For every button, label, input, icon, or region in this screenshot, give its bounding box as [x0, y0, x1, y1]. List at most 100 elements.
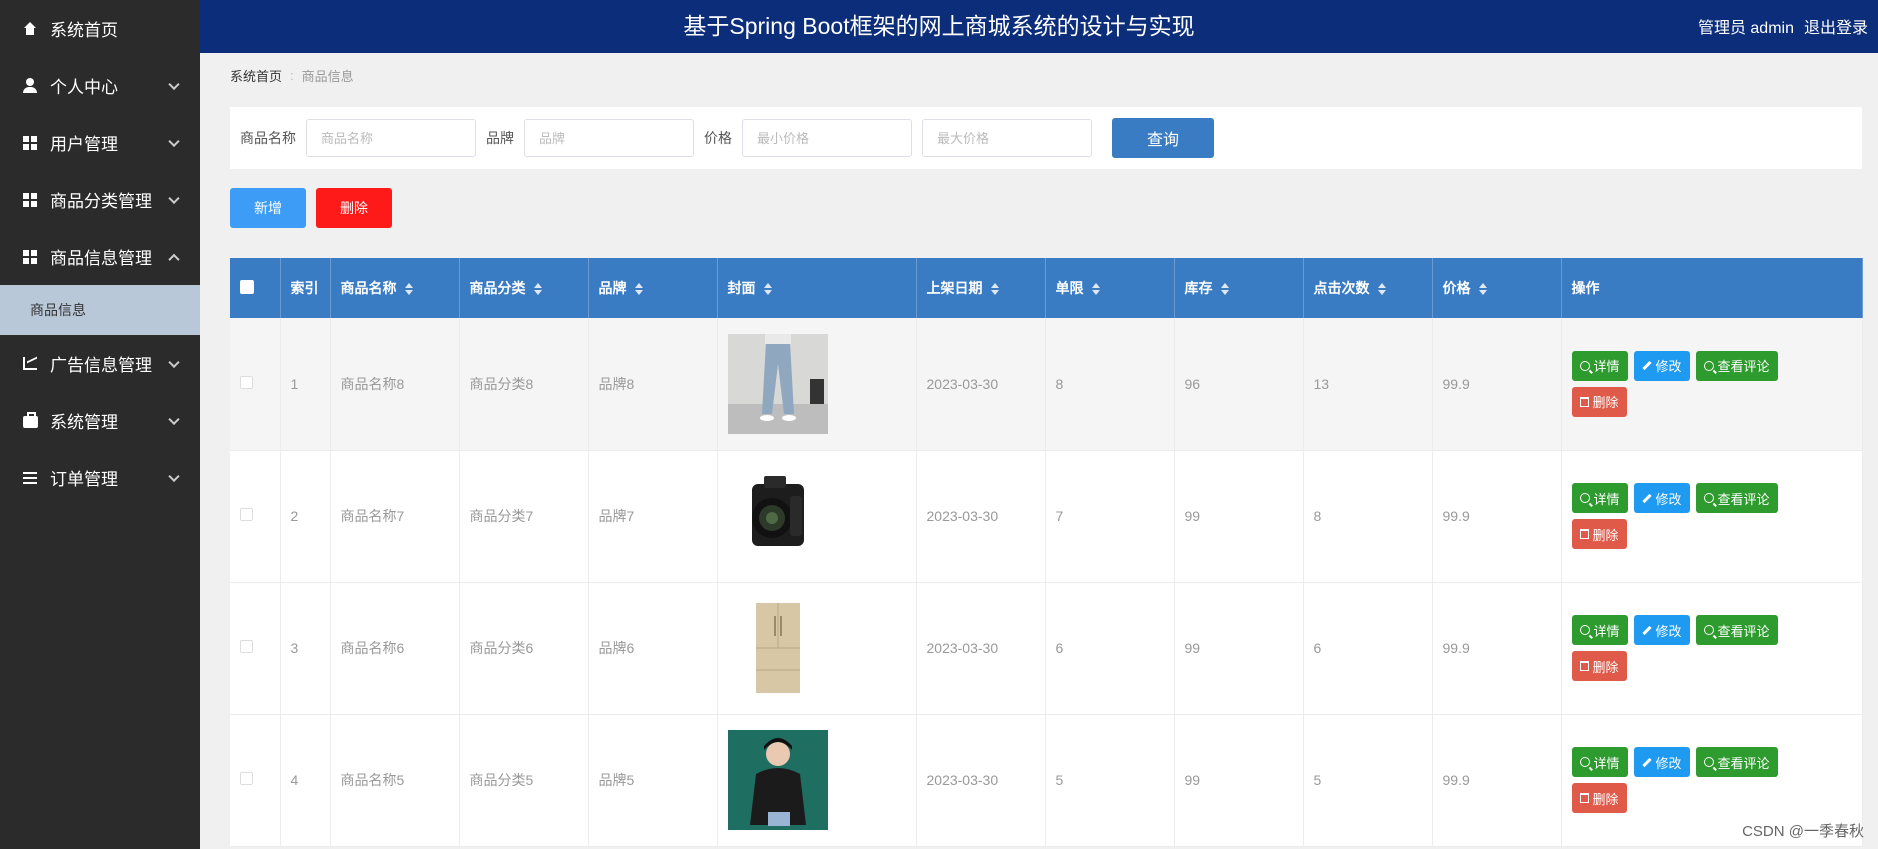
col-brand[interactable]: 品牌: [588, 258, 718, 318]
sort-icon[interactable]: [1377, 283, 1386, 296]
col-stock[interactable]: 库存: [1174, 258, 1304, 318]
sort-icon[interactable]: [404, 283, 413, 296]
logout-link[interactable]: 退出登录: [1804, 14, 1868, 38]
row-checkbox[interactable]: [240, 772, 253, 785]
cell-date: 2023-03-30: [916, 318, 1046, 451]
col-name[interactable]: 商品名称: [330, 258, 460, 318]
sidebar-item-label: 广告信息管理: [50, 356, 152, 375]
sidebar-subitem-label: 商品信息: [30, 302, 86, 318]
detail-button[interactable]: 详情: [1571, 615, 1628, 645]
cell-cover: [717, 450, 917, 583]
search-icon: [1703, 493, 1714, 503]
cell-cover: [717, 582, 917, 715]
sidebar-item-label: 商品信息管理: [50, 249, 152, 268]
edit-button[interactable]: 修改: [1633, 350, 1690, 381]
name-label: 商品名称: [240, 130, 296, 146]
col-category[interactable]: 商品分类: [459, 258, 589, 318]
sidebar-item-label: 用户管理: [50, 135, 118, 154]
cell-clicks: 6: [1303, 582, 1433, 715]
sidebar-item-ads[interactable]: 广告信息管理: [0, 335, 200, 392]
brand-search-input[interactable]: [524, 119, 694, 157]
sidebar-item-home[interactable]: 系统首页: [0, 0, 200, 57]
detail-button[interactable]: 详情: [1571, 350, 1628, 381]
max-price-input[interactable]: [922, 119, 1092, 157]
row-select-cell[interactable]: [230, 714, 281, 847]
row-checkbox[interactable]: [240, 375, 253, 389]
product-table: 索引 商品名称 商品分类 品牌 封面 上架日期 单限 库存 点击次数 价格 操作…: [230, 258, 1863, 847]
col-date[interactable]: 上架日期: [916, 258, 1046, 318]
sidebar-item-system[interactable]: 系统管理: [0, 392, 200, 449]
edit-button[interactable]: 修改: [1633, 615, 1690, 645]
select-all-cell[interactable]: [230, 258, 281, 318]
table-row: 2 商品名称7 商品分类7 品牌7 2023-03-30 7 99 8 99.9…: [230, 450, 1863, 583]
batch-delete-button[interactable]: 删除: [316, 188, 392, 228]
col-clicks[interactable]: 点击次数: [1303, 258, 1433, 318]
sort-icon[interactable]: [1091, 283, 1100, 296]
row-delete-button[interactable]: 删除: [1571, 519, 1627, 549]
query-button[interactable]: 查询: [1112, 118, 1214, 158]
search-icon: [1579, 493, 1590, 503]
table-row: 4 商品名称5 商品分类5 品牌5 2023-03-30 5 99 5 99.9…: [230, 714, 1863, 847]
row-delete-button[interactable]: 删除: [1571, 651, 1627, 681]
row-checkbox[interactable]: [240, 640, 253, 653]
sort-icon[interactable]: [533, 283, 542, 296]
col-date-label: 上架日期: [926, 280, 983, 296]
delete-label: 删除: [1592, 395, 1619, 411]
trash-icon: [1579, 396, 1589, 407]
edit-button[interactable]: 修改: [1633, 483, 1690, 513]
cell-limit: 7: [1045, 450, 1175, 583]
col-price[interactable]: 价格: [1432, 258, 1562, 318]
cell-category: 商品分类5: [459, 714, 589, 847]
breadcrumb-home[interactable]: 系统首页: [230, 66, 282, 85]
sidebar-item-label: 订单管理: [50, 470, 118, 489]
view-comments-button[interactable]: 查看评论: [1695, 747, 1778, 777]
chart-icon: [22, 356, 38, 372]
sidebar-item-categories[interactable]: 商品分类管理: [0, 171, 200, 228]
breadcrumb-separator: :: [290, 68, 294, 83]
sidebar-subitem-product-info[interactable]: 商品信息: [0, 285, 200, 335]
col-cover[interactable]: 封面: [717, 258, 917, 318]
row-checkbox[interactable]: [240, 508, 253, 521]
comments-label: 查看评论: [1717, 491, 1770, 507]
chevron-up-icon: [168, 253, 180, 265]
view-comments-button[interactable]: 查看评论: [1695, 483, 1778, 513]
sort-icon[interactable]: [763, 283, 772, 296]
row-select-cell[interactable]: [230, 450, 281, 583]
search-icon: [1579, 757, 1590, 767]
cell-limit: 6: [1045, 582, 1175, 715]
detail-button[interactable]: 详情: [1571, 483, 1628, 513]
row-delete-button[interactable]: 删除: [1571, 783, 1627, 813]
sort-icon[interactable]: [1478, 283, 1487, 296]
grid-icon: [22, 192, 38, 208]
detail-button[interactable]: 详情: [1571, 747, 1628, 777]
sidebar-item-personal[interactable]: 个人中心: [0, 57, 200, 114]
cell-brand: 品牌5: [588, 714, 718, 847]
view-comments-button[interactable]: 查看评论: [1695, 350, 1778, 381]
sidebar-item-users[interactable]: 用户管理: [0, 114, 200, 171]
sort-icon[interactable]: [990, 283, 999, 296]
cell-index: 1: [280, 318, 331, 451]
row-delete-button[interactable]: 删除: [1571, 386, 1627, 417]
view-comments-button[interactable]: 查看评论: [1695, 615, 1778, 645]
trash-icon: [1579, 529, 1589, 539]
select-all-checkbox[interactable]: [240, 279, 254, 294]
col-limit[interactable]: 单限: [1045, 258, 1175, 318]
min-price-input[interactable]: [742, 119, 912, 157]
sort-icon[interactable]: [634, 283, 643, 296]
sort-icon[interactable]: [1220, 283, 1229, 296]
current-user: 管理员 admin: [1697, 20, 1794, 37]
cell-stock: 96: [1174, 318, 1304, 451]
row-select-cell[interactable]: [230, 582, 281, 715]
sidebar-item-orders[interactable]: 订单管理: [0, 449, 200, 506]
sidebar-item-products[interactable]: 商品信息管理: [0, 228, 200, 285]
cell-clicks: 8: [1303, 450, 1433, 583]
cell-name: 商品名称7: [330, 450, 460, 583]
search-icon: [1703, 360, 1714, 371]
trash-icon: [1579, 661, 1589, 671]
row-select-cell[interactable]: [230, 318, 281, 451]
cell-clicks: 5: [1303, 714, 1433, 847]
add-button[interactable]: 新增: [230, 188, 306, 228]
grid-icon: [22, 135, 38, 151]
edit-button[interactable]: 修改: [1633, 747, 1690, 777]
name-search-input[interactable]: [306, 119, 476, 157]
